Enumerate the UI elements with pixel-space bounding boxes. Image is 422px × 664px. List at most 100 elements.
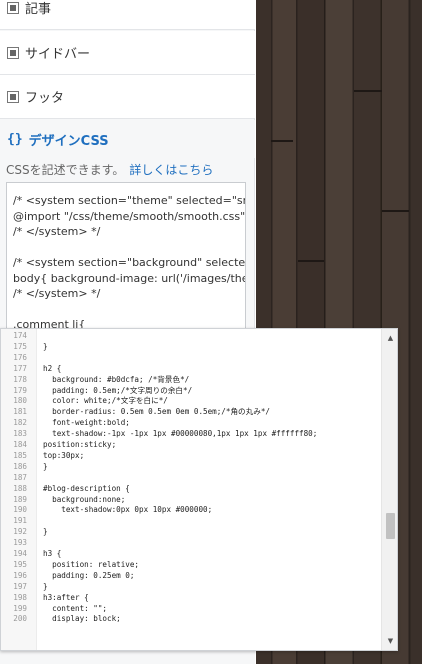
line-number: 197 (13, 581, 27, 591)
line-text: h3:after { (43, 592, 89, 602)
details-link[interactable]: 詳しくはこちら (129, 163, 213, 177)
css-line: /* <system section="theme" selected="smo… (13, 194, 245, 207)
css-line: @import "/css/theme/smooth/smooth.css"; (13, 209, 246, 223)
code-line: 193 (1, 538, 381, 549)
code-line: 195 position: relative; (1, 560, 381, 571)
line-number: 179 (13, 385, 27, 395)
css-line: body{ background-image: url('/images/the… (13, 271, 245, 285)
line-text: h2 { (43, 363, 62, 373)
wood-seam (271, 140, 293, 142)
code-editor[interactable]: 174 175} 176 177 h2 { 178 background: #b0… (0, 328, 398, 651)
line-number: 182 (13, 418, 27, 428)
description-text: CSSを記述できます。 (6, 163, 125, 177)
design-css-header[interactable]: {} デザインCSS (0, 120, 255, 158)
line-number: 200 (13, 614, 27, 624)
section-icon (7, 46, 19, 59)
wood-seam (298, 260, 324, 262)
code-line: 182 font-weight:bold; (1, 418, 381, 429)
wood-seam (354, 90, 382, 92)
line-text: h3 { (43, 549, 62, 558)
line-text: text-shadow:-1px -1px 1px #00000080,1px … (43, 429, 318, 439)
code-line: 188 #blog-description { (1, 484, 381, 495)
line-number: 191 (13, 516, 27, 526)
design-css-description: CSSを記述できます。 詳しくはこちら (6, 161, 213, 178)
line-text: top:30px; (43, 450, 85, 460)
line-number: 187 (13, 472, 27, 482)
section-footer[interactable]: フッタ (0, 75, 255, 119)
panel-bottom (0, 651, 255, 664)
line-number: 186 (13, 461, 27, 471)
line-number: 177 (13, 363, 27, 373)
line-number: 181 (13, 407, 27, 417)
code-line: 199 content: ""; (1, 604, 381, 615)
code-line: 177 h2 { (1, 364, 381, 375)
line-number: 198 (13, 592, 27, 602)
line-number: 174 (13, 331, 27, 340)
scroll-up-icon[interactable]: ▲ (382, 331, 397, 345)
section-sidebar[interactable]: サイドバー (0, 31, 255, 75)
line-text: position: relative; (43, 559, 140, 569)
line-text: padding: 0.25em 0; (43, 570, 135, 580)
code-line: 194 h3 { (1, 549, 381, 560)
section-label-sidebar: サイドバー (25, 47, 91, 62)
design-css-title: デザインCSS (28, 133, 109, 149)
line-text: } (43, 341, 48, 351)
section-article[interactable]: 記事 (0, 0, 255, 30)
line-text: } (43, 581, 48, 591)
css-textarea[interactable]: /* <system section="theme" selected="smo… (6, 182, 246, 332)
code-line: 191 (1, 516, 381, 527)
line-text: position:sticky; (43, 440, 117, 449)
code-area[interactable]: 174 175} 176 177 h2 { 178 background: #b0… (1, 329, 381, 650)
code-line: 176 (1, 353, 381, 364)
line-number: 193 (13, 538, 27, 548)
code-line: 189 background:none; (1, 495, 381, 506)
line-text: } (43, 461, 48, 471)
code-line: 181 border-radius: 0.5em 0.5em 0em 0.5em… (1, 407, 381, 418)
code-line: 187 (1, 473, 381, 484)
line-number: 199 (13, 603, 27, 613)
section-icon (7, 1, 19, 14)
code-line: 197} (1, 582, 381, 593)
line-text: color: white;/*文字を白に*/ (43, 396, 168, 406)
code-braces-icon: {} (7, 131, 23, 147)
code-line: 198 h3:after { (1, 593, 381, 604)
line-number: 194 (13, 549, 27, 558)
line-number: 184 (13, 440, 27, 449)
vertical-scrollbar[interactable]: ▲ ▼ (381, 329, 397, 650)
code-line: 175} (1, 342, 381, 353)
code-line: 180 color: white;/*文字を白に*/ (1, 396, 381, 407)
code-line: 190 text-shadow:0px 0px 10px #000000; (1, 505, 381, 516)
code-line: 192} (1, 527, 381, 538)
code-line: 186} (1, 462, 381, 473)
css-line (13, 302, 239, 318)
line-number: 192 (13, 527, 27, 537)
scroll-thumb[interactable] (386, 513, 395, 539)
code-line: 183 text-shadow:-1px -1px 1px #00000080,… (1, 429, 381, 440)
code-line: 178 background: #b0dcfa; /*背景色*/ (1, 375, 381, 386)
code-line: 196 padding: 0.25em 0; (1, 571, 381, 582)
line-number: 189 (13, 494, 27, 504)
line-number: 196 (13, 570, 27, 580)
line-number: 185 (13, 450, 27, 460)
code-line: 184 position:sticky; (1, 440, 381, 451)
code-line: 200 display: block; (1, 614, 381, 625)
line-text: } (43, 527, 48, 537)
line-text: background:none; (43, 494, 126, 504)
line-text: display: block; (43, 614, 121, 624)
line-text: text-shadow:0px 0px 10px #000000; (43, 505, 213, 515)
wood-seam (382, 210, 409, 212)
line-text: #blog-description { (43, 483, 130, 493)
line-text: background: #b0dcfa; /*背景色*/ (43, 374, 190, 384)
line-number: 176 (13, 352, 27, 362)
scroll-down-icon[interactable]: ▼ (382, 634, 397, 648)
section-label-footer: フッタ (25, 91, 65, 106)
css-line: /* </system> */ (13, 225, 101, 238)
line-number: 178 (13, 374, 27, 384)
line-text: font-weight:bold; (43, 418, 130, 428)
line-number: 175 (13, 341, 27, 351)
css-line: /* </system> */ (13, 287, 101, 300)
section-label-article: 記事 (25, 2, 52, 17)
code-line: 174 (1, 331, 381, 342)
code-line: 179 padding: 0.5em;/*文字周りの余白*/ (1, 386, 381, 397)
line-number: 188 (13, 483, 27, 493)
